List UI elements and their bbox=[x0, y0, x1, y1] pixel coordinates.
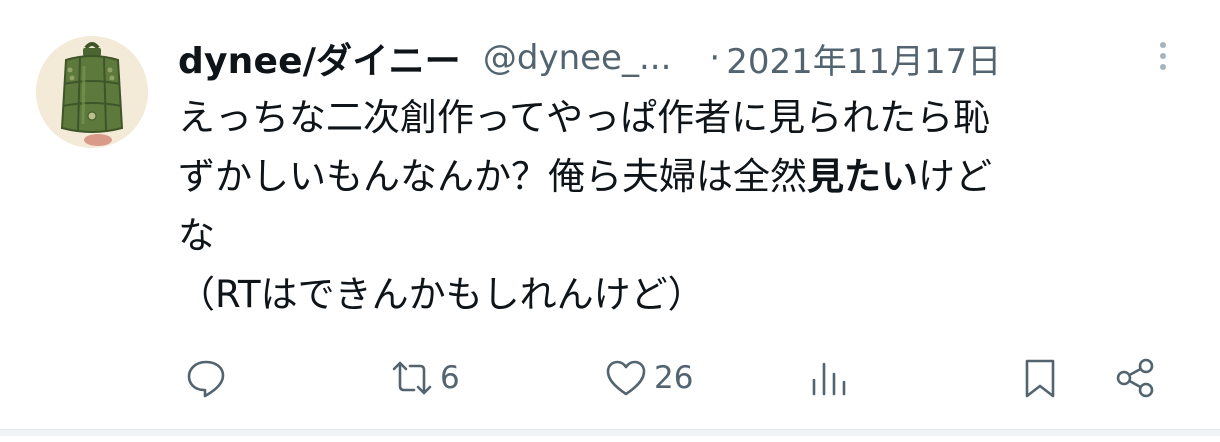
tweet-date[interactable]: 2021年11月17日 bbox=[726, 34, 1001, 83]
retweet-button[interactable]: 6 bbox=[390, 350, 460, 406]
tweet-text: えっちな二次創作ってやっぱ作者に見られたら恥 ずかしいもんなんか？俺ら夫婦は全然… bbox=[178, 88, 1178, 324]
reply-icon bbox=[187, 360, 225, 398]
bookmark-button[interactable] bbox=[1018, 350, 1062, 406]
bar-chart-icon bbox=[812, 362, 846, 396]
bookmark-icon bbox=[1025, 359, 1055, 398]
action-bar: 6 26 bbox=[0, 350, 1220, 406]
tweet-card[interactable]: dynee/ダイニー @dynee_... · 2021年11月17日 えっちな… bbox=[0, 0, 1220, 436]
retweet-count: 6 bbox=[440, 360, 460, 396]
avatar[interactable] bbox=[36, 36, 148, 148]
share-icon bbox=[1116, 358, 1154, 398]
separator-dot: · bbox=[709, 38, 721, 78]
tweet-text-line-2-pre: ずかしいもんなんか？俺ら夫婦は全然 bbox=[178, 155, 807, 198]
tweet-text-line-3: な bbox=[178, 214, 215, 257]
tweet-header: dynee/ダイニー @dynee_... · 2021年11月17日 bbox=[178, 30, 1178, 86]
more-vertical-icon[interactable] bbox=[1156, 42, 1170, 76]
like-count: 26 bbox=[654, 360, 694, 396]
author-name[interactable]: dynee/ダイニー bbox=[178, 32, 461, 84]
temple-bell-avatar-icon bbox=[36, 36, 148, 148]
share-button[interactable] bbox=[1114, 350, 1158, 406]
tweet-text-line-1: えっちな二次創作ってやっぱ作者に見られたら恥 bbox=[178, 96, 991, 139]
author-handle[interactable]: @dynee_... bbox=[483, 38, 672, 78]
reply-button[interactable] bbox=[184, 350, 234, 406]
divider bbox=[0, 429, 1220, 436]
heart-icon bbox=[606, 360, 646, 396]
like-button[interactable]: 26 bbox=[604, 350, 693, 406]
tweet-text-line-2-bold: 見たい bbox=[807, 155, 918, 198]
views-button[interactable] bbox=[808, 350, 858, 406]
retweet-icon bbox=[392, 361, 432, 395]
tweet-text-line-2-post: けど bbox=[918, 155, 992, 198]
tweet-text-line-4: （RTはできんかもしれんけど） bbox=[178, 273, 705, 316]
